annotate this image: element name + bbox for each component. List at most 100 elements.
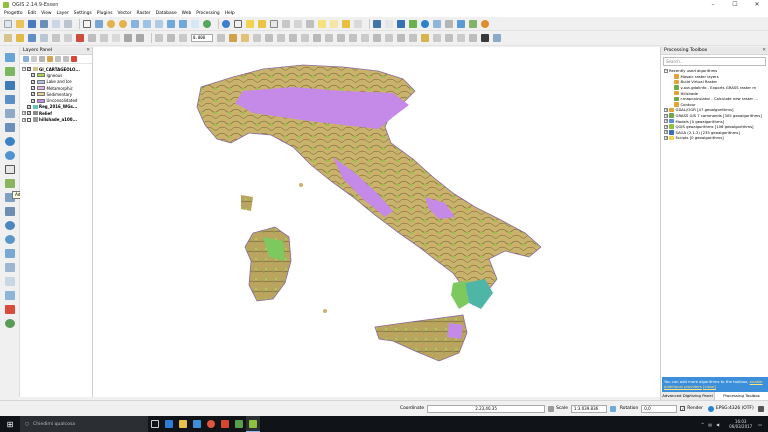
add-delimited-text-icon[interactable]: [4, 179, 15, 188]
select-by-expression-icon[interactable]: [258, 19, 266, 28]
collapse-icon[interactable]: −: [22, 67, 26, 72]
task-view-icon[interactable]: [148, 416, 162, 432]
category-checkbox[interactable]: ✓: [31, 86, 35, 91]
layer-checkbox[interactable]: ✓: [27, 67, 31, 72]
close-panel-icon[interactable]: ✕: [86, 47, 90, 55]
select-features-icon[interactable]: [246, 19, 254, 28]
menu-vector[interactable]: Vector: [118, 11, 132, 16]
zoom-full-icon[interactable]: [131, 19, 139, 28]
adv-digitize-k-icon[interactable]: [373, 34, 381, 42]
cut-features-icon[interactable]: [88, 34, 96, 42]
messages-icon[interactable]: [757, 405, 764, 412]
statistics-icon[interactable]: [294, 19, 302, 28]
zoom-next-icon[interactable]: [179, 19, 187, 28]
volume-icon[interactable]: ◀: [716, 422, 719, 427]
category-checkbox[interactable]: ✓: [31, 73, 35, 78]
add-raster-layer-icon[interactable]: [4, 67, 15, 76]
bookmark-icon[interactable]: [342, 19, 350, 28]
adv-digitize-j-icon[interactable]: [361, 34, 369, 42]
deselect-icon[interactable]: [270, 19, 278, 28]
add-mssql-layer-icon[interactable]: [4, 109, 15, 118]
close-banner-link[interactable]: [close]: [703, 384, 716, 389]
category-checkbox[interactable]: ✓: [31, 92, 35, 97]
plugin-b-icon[interactable]: [433, 19, 441, 28]
zoom-out-icon[interactable]: [119, 19, 127, 28]
menu-view[interactable]: View: [41, 11, 51, 16]
add-group-icon[interactable]: [31, 56, 37, 62]
add-wms-layer-icon[interactable]: [4, 137, 15, 146]
new-map-view-icon[interactable]: [191, 19, 199, 28]
new-spatialite-icon[interactable]: [4, 207, 15, 216]
explorer-app-icon[interactable]: [176, 416, 190, 432]
plugin-d-icon[interactable]: [457, 19, 465, 28]
notifications-icon[interactable]: ▭: [758, 422, 762, 427]
adv-digitize-f-icon[interactable]: [313, 34, 321, 42]
store-app-icon[interactable]: [190, 416, 204, 432]
add-other-layer-icon[interactable]: [4, 305, 15, 314]
lock-scale-icon[interactable]: [609, 405, 616, 412]
new-project-icon[interactable]: [4, 19, 12, 28]
add-wcs-layer-icon[interactable]: [4, 151, 15, 160]
close-panel-icon[interactable]: ✕: [762, 47, 766, 55]
layer-item[interactable]: + hillshade_a100...: [22, 116, 91, 122]
layer-checkbox[interactable]: ✓: [27, 111, 31, 116]
collapse-all-icon[interactable]: [63, 56, 69, 62]
manage-visibility-icon[interactable]: [39, 56, 45, 62]
menu-project[interactable]: Progetto: [4, 11, 23, 16]
adv-digitize-a-icon[interactable]: [253, 34, 261, 42]
adv-digitize-e-icon[interactable]: [301, 34, 309, 42]
refresh-icon[interactable]: [203, 19, 211, 28]
print-composer-icon[interactable]: [52, 19, 60, 28]
identify-icon[interactable]: [222, 19, 230, 28]
globe-icon[interactable]: [421, 19, 429, 28]
adv-digitize-s-icon[interactable]: [469, 34, 477, 42]
crs-label[interactable]: EPSG:4326 (OTF): [716, 406, 754, 411]
additional-providers-link[interactable]: additional providers: [664, 384, 702, 389]
snapping-icon[interactable]: [217, 34, 225, 42]
add-vector-layer-icon[interactable]: [4, 53, 15, 62]
adv-digitize-q-icon[interactable]: [445, 34, 453, 42]
pan-to-selection-icon[interactable]: [95, 19, 103, 28]
adv-digitize-b-icon[interactable]: [265, 34, 273, 42]
adv-digitize-g-icon[interactable]: [325, 34, 333, 42]
add-oracle-layer-icon[interactable]: [4, 123, 15, 132]
menu-web[interactable]: Web: [182, 11, 192, 16]
node-tool-icon[interactable]: [64, 34, 72, 42]
delete-selected-icon[interactable]: [76, 34, 84, 42]
coordinate-input[interactable]: 2.23,40.35: [427, 404, 546, 413]
save-project-icon[interactable]: [28, 19, 36, 28]
scale-combobox[interactable]: 1:3.039.836: [570, 404, 607, 413]
provider-item[interactable]: + Scripts [0 geoalgorithms]: [664, 135, 768, 141]
add-mesh-layer-icon[interactable]: [4, 319, 15, 328]
qgis-app-icon[interactable]: [246, 416, 260, 432]
text-annotation-icon[interactable]: [354, 19, 362, 28]
plugin-f-icon[interactable]: [481, 19, 489, 28]
layer-checkbox[interactable]: [27, 117, 31, 122]
expand-icon[interactable]: +: [664, 124, 668, 129]
map-tips-icon[interactable]: [318, 19, 326, 28]
maximize-button[interactable]: ☐: [724, 0, 746, 9]
paste-features-icon[interactable]: [112, 34, 120, 42]
map-canvas[interactable]: [93, 47, 660, 397]
current-edits-icon[interactable]: [4, 34, 12, 42]
raster-calc-icon[interactable]: [229, 34, 237, 42]
tab-processing-toolbox[interactable]: Processing Toolbox: [715, 392, 768, 400]
open-styling-icon[interactable]: [23, 56, 29, 62]
plugin-manager-icon[interactable]: [373, 19, 381, 28]
new-gpkg-icon[interactable]: [4, 221, 15, 230]
new-temp-layer-icon[interactable]: [4, 235, 15, 244]
plugin-a-icon[interactable]: [409, 19, 417, 28]
pin-labels-icon[interactable]: [167, 34, 175, 42]
annotation-icon[interactable]: [330, 19, 338, 28]
menu-database[interactable]: Database: [156, 11, 177, 16]
composer-manager-icon[interactable]: [64, 19, 72, 28]
adv-digitize-u-icon[interactable]: [493, 34, 501, 42]
histogram-icon[interactable]: [241, 34, 249, 42]
provider-item[interactable]: + GRASS GIS 7 commands [305 geoalgorithm…: [664, 113, 768, 119]
expand-icon[interactable]: +: [664, 119, 668, 124]
expand-icon[interactable]: +: [664, 113, 668, 118]
menu-layer[interactable]: Layer: [57, 11, 69, 16]
filter-legend-icon[interactable]: [47, 56, 53, 62]
save-as-icon[interactable]: [40, 19, 48, 28]
category-checkbox[interactable]: ✓: [31, 98, 35, 103]
